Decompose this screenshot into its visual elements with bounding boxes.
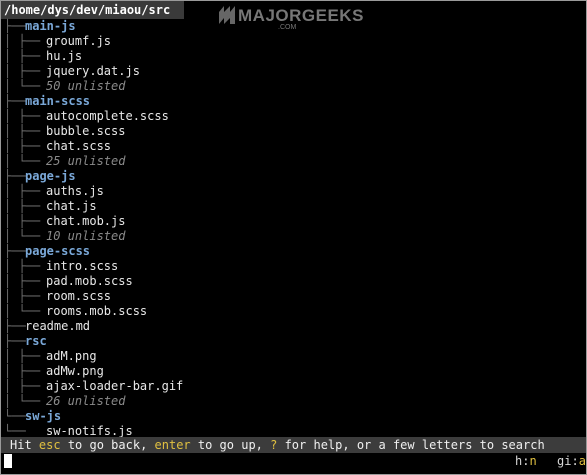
tree-file-row[interactable]: │ ├── adMw.png [1,364,586,379]
tree-guide: │ └── [4,394,41,408]
hint-gitignore: gi:a [557,454,586,468]
tree-file-row[interactable]: │ └── rooms.mob.scss [1,304,586,319]
tree-file-row[interactable]: │ ├── groumf.js [1,34,586,49]
status-text: to go up, [190,438,271,452]
file-name: rooms.mob.scss [46,304,148,318]
unlisted-count: 10 unlisted [46,229,126,243]
input-bar[interactable]: h:n gi:a [1,453,586,469]
tree-file-row[interactable]: │ ├── auths.js [1,184,586,199]
tree-guide: │ ├── [4,364,41,378]
tree-unlisted-row[interactable]: │ └── 50 unlisted [1,79,586,94]
file-name: auths.js [46,184,104,198]
tree-guide: │ ├── [4,184,41,198]
tree-guide: │ ├── [4,379,41,393]
tree-file-row[interactable]: │ ├── chat.scss [1,139,586,154]
file-tree: ├── main-js │ ├── groumf.js │ ├── hu.js │ ├── j… [1,19,586,439]
tree-guide: │ ├── [4,259,41,273]
tree-file-row[interactable]: │ ├── intro.scss [1,259,586,274]
file-name: groumf.js [46,34,112,48]
file-name: adM.png [46,349,97,363]
tree-guide: │ ├── [4,274,41,288]
tree-guide: └── [4,409,26,423]
tree-file-row[interactable]: │ ├── ajax-loader-bar.gif [1,379,586,394]
tree-guide: ├── [4,94,26,108]
root-path[interactable]: /home/dys/dev/miaou/src [1,1,184,19]
tree-dir-row[interactable]: ├── main-js [1,19,586,34]
hint-hidden: h:n [515,454,537,468]
file-name: jquery.dat.js [46,64,140,78]
status-key-enter: enter [154,438,191,452]
tree-file-row[interactable]: ├── readme.md [1,319,586,334]
tree-file-row[interactable]: │ ├── bubble.scss [1,124,586,139]
tree-guide: ├── [4,319,26,333]
status-bar: Hit esc to go back, enter to go up, ? fo… [1,437,586,453]
tree-unlisted-row[interactable]: │ └── 25 unlisted [1,154,586,169]
dir-name: page-scss [25,244,91,258]
unlisted-count: 26 unlisted [46,394,126,408]
tree-file-row[interactable]: │ ├── chat.mob.js [1,214,586,229]
tree-dir-row[interactable]: └── sw-js [1,409,586,424]
input-cursor[interactable] [4,454,12,468]
tree-guide: ├── [4,169,26,183]
tree-file-row[interactable]: │ ├── jquery.dat.js [1,64,586,79]
tree-guide: │ └── [4,229,41,243]
status-text: Hit [10,438,39,452]
tree-guide: │ ├── [4,139,41,153]
file-name: chat.js [46,199,97,213]
tree-guide: ├── [4,19,26,33]
status-text: to go back, [60,438,155,452]
tree-file-row[interactable]: │ ├── hu.js [1,49,586,64]
tree-guide: │ ├── [4,64,41,78]
tree-dir-row[interactable]: ├── page-js [1,169,586,184]
file-name: adMw.png [46,364,104,378]
file-name: room.scss [46,289,112,303]
tree-guide: │ ├── [4,289,41,303]
tree-dir-row[interactable]: ├── main-scss [1,94,586,109]
tree-file-row[interactable]: │ ├── chat.js [1,199,586,214]
tree-unlisted-row[interactable]: │ └── 10 unlisted [1,229,586,244]
file-name: bubble.scss [46,124,126,138]
tree-file-row[interactable]: │ ├── adM.png [1,349,586,364]
tree-unlisted-row[interactable]: │ └── 26 unlisted [1,394,586,409]
tree-guide: │ ├── [4,214,41,228]
file-name: ajax-loader-bar.gif [46,379,184,393]
tree-file-row[interactable]: │ ├── autocomplete.scss [1,109,586,124]
dir-name: main-scss [25,94,91,108]
tree-file-row[interactable]: │ ├── room.scss [1,289,586,304]
tree-guide: │ ├── [4,49,41,63]
file-name: chat.scss [46,139,112,153]
tree-guide: │ └── [4,79,41,93]
tree-guide: │ └── [4,304,41,318]
file-name: pad.mob.scss [46,274,133,288]
dir-name: page-js [25,169,76,183]
file-name: hu.js [46,49,83,63]
file-name: chat.mob.js [46,214,126,228]
tree-guide: │ ├── [4,34,41,48]
file-name: intro.scss [46,259,119,273]
tree-guide: │ ├── [4,124,41,138]
dir-name: main-js [25,19,76,33]
tree-guide: │ └── [4,154,41,168]
unlisted-count: 25 unlisted [46,154,126,168]
dir-name: sw-js [25,409,62,423]
unlisted-count: 50 unlisted [46,79,126,93]
tree-guide: │ ├── [4,349,41,363]
status-key-esc: esc [38,438,61,452]
tree-file-row[interactable]: │ ├── pad.mob.scss [1,274,586,289]
status-text: for help, or a few letters to search [277,438,545,452]
file-name: autocomplete.scss [46,109,169,123]
tree-dir-row[interactable]: ├── rsc [1,334,586,349]
tree-guide: ├── [4,334,26,348]
tree-guide: │ ├── [4,109,41,123]
dir-name: rsc [25,334,47,348]
tree-guide: │ ├── [4,199,41,213]
tree-dir-row[interactable]: ├── page-scss [1,244,586,259]
tree-guide: ├── [4,244,26,258]
file-name: readme.md [25,319,91,333]
terminal-window: /home/dys/dev/miaou/src MAJORGEEKS .COM … [0,0,587,475]
